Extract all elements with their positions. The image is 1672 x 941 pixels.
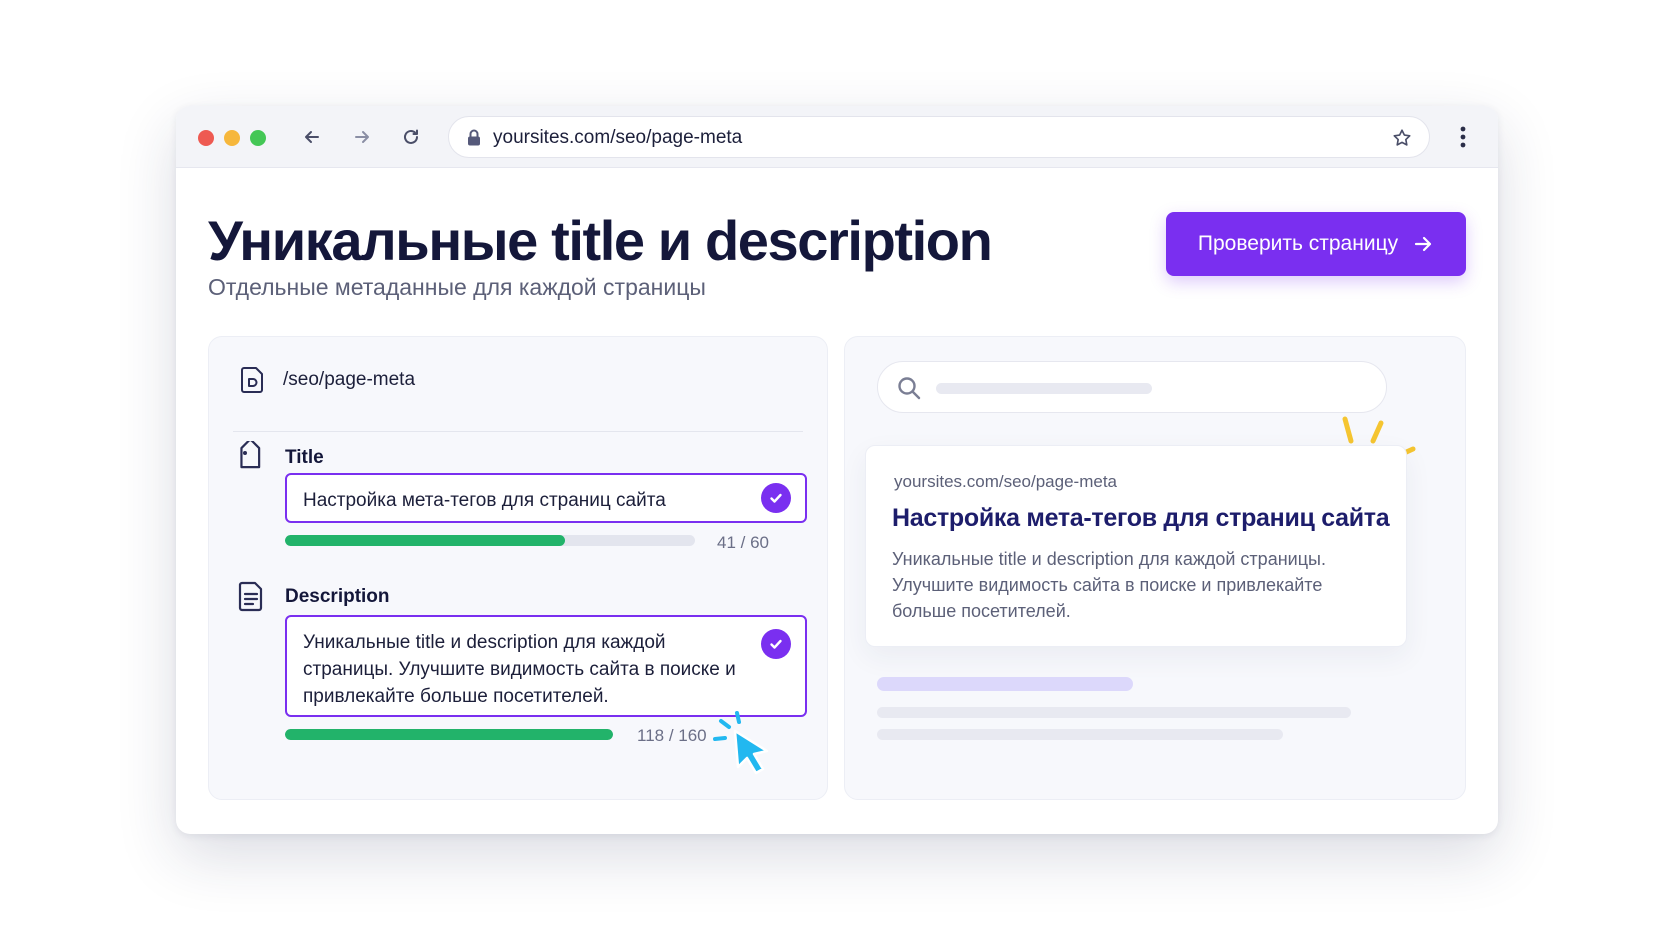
- divider: [233, 431, 803, 432]
- description-char-counter: 118 / 160: [637, 726, 707, 745]
- reload-icon: [404, 129, 418, 144]
- minimize-window-button[interactable]: [224, 130, 240, 146]
- title-input-value[interactable]: Настройка мета-тегов для страниц сайта: [303, 490, 666, 511]
- maximize-window-button[interactable]: [250, 130, 266, 146]
- cursor-icon: [713, 711, 769, 775]
- arrow-right-icon: [355, 131, 369, 143]
- page-content: Уникальные title и description Отдельные…: [176, 168, 1498, 834]
- browser-window: yoursites.com/seo/page-meta Уникальные t…: [176, 106, 1498, 834]
- title-length-progress: [285, 535, 695, 546]
- reload-button[interactable]: [396, 122, 426, 152]
- description-length-progress-fill: [285, 729, 613, 740]
- title-input[interactable]: Настройка мета-тегов для страниц сайта: [285, 473, 807, 523]
- star-icon[interactable]: [1391, 127, 1413, 149]
- search-result-title[interactable]: Настройка мета-тегов для страниц сайта: [892, 504, 1390, 533]
- description-length-progress: [285, 729, 613, 740]
- close-window-button[interactable]: [198, 130, 214, 146]
- title-length-progress-fill: [285, 535, 566, 546]
- search-result-description: Уникальные title и description для каждо…: [892, 549, 1326, 621]
- search-icon: [898, 377, 921, 400]
- check-page-button[interactable]: Проверить страницу: [1166, 212, 1466, 276]
- search-bar[interactable]: [877, 361, 1387, 413]
- forward-button[interactable]: [347, 122, 377, 152]
- back-button[interactable]: [297, 122, 327, 152]
- arrow-left-icon: [305, 131, 319, 143]
- title-field-label: Title: [285, 447, 324, 468]
- page-path: /seo/page-meta: [239, 365, 415, 395]
- meta-editor-panel: /seo/page-meta Title Настройка мета-тего…: [208, 336, 828, 800]
- check-icon: [770, 639, 782, 649]
- browser-menu-button[interactable]: [1450, 124, 1476, 150]
- file-icon: [241, 367, 263, 393]
- page-title: Уникальные title и description: [208, 209, 993, 272]
- title-valid-badge: [761, 483, 791, 513]
- description-input-value[interactable]: Уникальные title и description для каждо…: [303, 632, 736, 707]
- search-preview-panel: yoursites.com/seo/page-meta Настройка ме…: [844, 336, 1466, 800]
- description-valid-badge: [761, 629, 791, 659]
- browser-toolbar: yoursites.com/seo/page-meta: [176, 106, 1498, 168]
- search-placeholder-bar: [936, 383, 1152, 394]
- page-path-text: /seo/page-meta: [283, 369, 416, 390]
- search-result-url: yoursites.com/seo/page-meta: [894, 472, 1117, 491]
- document-icon: [238, 581, 263, 612]
- placeholder-line: [877, 707, 1351, 718]
- lock-icon: [468, 129, 480, 146]
- check-page-button-label: Проверить страницу: [1197, 232, 1399, 255]
- search-result-card[interactable]: yoursites.com/seo/page-meta Настройка ме…: [865, 445, 1407, 647]
- placeholder-line: [877, 677, 1133, 691]
- page-subtitle: Отдельные метаданные для каждой страницы: [208, 274, 706, 300]
- address-bar-url[interactable]: yoursites.com/seo/page-meta: [493, 127, 742, 149]
- arrow-right-icon: [1414, 236, 1432, 252]
- address-bar[interactable]: yoursites.com/seo/page-meta: [448, 116, 1430, 158]
- kebab-menu-icon: [1460, 126, 1466, 148]
- tag-icon: [240, 441, 261, 469]
- placeholder-line: [877, 729, 1283, 740]
- description-input[interactable]: Уникальные title и description для каждо…: [285, 615, 807, 717]
- description-field-label: Description: [285, 586, 390, 607]
- check-icon: [770, 493, 782, 503]
- title-char-counter: 41 / 60: [717, 533, 769, 552]
